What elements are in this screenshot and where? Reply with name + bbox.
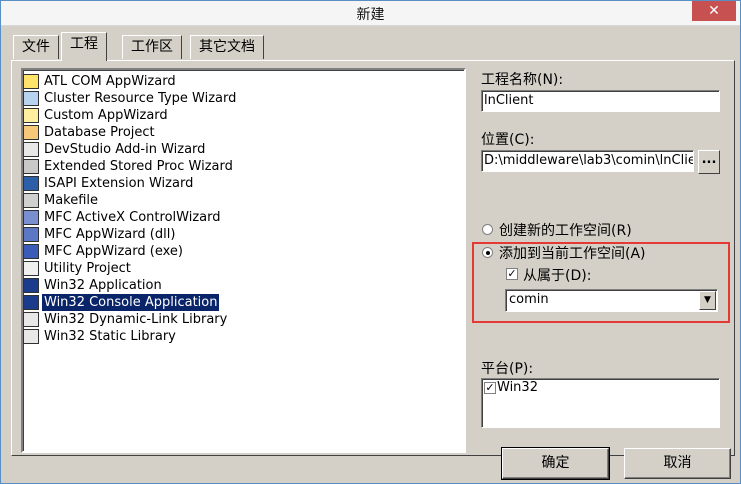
- tab-other-documents[interactable]: 其它文档: [190, 35, 264, 59]
- list-item[interactable]: Cluster Resource Type Wizard: [23, 90, 323, 107]
- activex-icon: [23, 210, 39, 225]
- dependency-label: 从属于(D):: [523, 268, 592, 284]
- create-workspace-label: 创建新的工作空间(R): [499, 223, 632, 239]
- custom-wizard-icon: [23, 108, 39, 123]
- title-bar: 新建 ✕: [1, 1, 740, 26]
- list-item[interactable]: Win32 Dynamic-Link Library: [23, 311, 323, 328]
- win32-app-icon: [23, 278, 39, 293]
- location-input[interactable]: D:\middleware\lab3\comin\lnClie: [481, 150, 694, 172]
- database-icon: [23, 125, 39, 140]
- cluster-icon: [23, 91, 39, 106]
- list-item[interactable]: Utility Project: [23, 260, 323, 277]
- tab-projects[interactable]: 工程: [61, 32, 107, 61]
- platform-list[interactable]: ✓ Win32: [481, 378, 720, 428]
- list-item[interactable]: Extended Stored Proc Wizard: [23, 158, 323, 175]
- list-item[interactable]: DevStudio Add-in Wizard: [23, 141, 323, 158]
- dialog-body: 文件 工程 工作区 其它文档 ATL COM AppWizard Cluster…: [1, 26, 740, 483]
- tab-workspaces[interactable]: 工作区: [122, 35, 182, 59]
- console-icon: [23, 295, 39, 310]
- platform-item[interactable]: Win32: [497, 380, 538, 395]
- new-project-dialog: 新建 ✕ 文件 工程 工作区 其它文档 ATL COM AppWizard Cl…: [0, 0, 741, 484]
- mfc-exe-icon: [23, 244, 39, 259]
- platform-checkbox[interactable]: ✓: [484, 382, 496, 394]
- ok-button[interactable]: 确定: [501, 447, 610, 480]
- addin-icon: [23, 142, 39, 157]
- isapi-icon: [23, 176, 39, 191]
- utility-icon: [23, 261, 39, 276]
- project-name-input[interactable]: lnClient: [481, 90, 720, 112]
- add-to-workspace-radio[interactable]: [482, 247, 493, 258]
- list-item[interactable]: Win32 Application: [23, 277, 323, 294]
- list-item[interactable]: ISAPI Extension Wizard: [23, 175, 323, 192]
- list-item[interactable]: MFC AppWizard (exe): [23, 243, 323, 260]
- list-item[interactable]: Custom AppWizard: [23, 107, 323, 124]
- dependency-dropdown[interactable]: comin ▼: [505, 289, 718, 312]
- dependency-value: comin: [509, 292, 549, 307]
- lib-icon: [23, 329, 39, 344]
- add-to-workspace-label: 添加到当前工作空间(A): [499, 246, 646, 262]
- list-item[interactable]: MFC AppWizard (dll): [23, 226, 323, 243]
- browse-button[interactable]: ...: [698, 150, 720, 174]
- dependency-checkbox[interactable]: ✓: [506, 268, 518, 280]
- cancel-button[interactable]: 取消: [624, 448, 731, 479]
- project-name-label: 工程名称(N):: [481, 72, 564, 88]
- list-item[interactable]: Database Project: [23, 124, 323, 141]
- tab-files[interactable]: 文件: [13, 35, 59, 59]
- create-workspace-radio[interactable]: [482, 224, 493, 235]
- chevron-down-icon[interactable]: ▼: [699, 291, 716, 310]
- atl-com-icon: [23, 74, 39, 89]
- list-item[interactable]: ATL COM AppWizard: [23, 73, 323, 90]
- dialog-title: 新建: [356, 7, 385, 23]
- location-label: 位置(C):: [481, 132, 535, 148]
- dll-icon: [23, 312, 39, 327]
- list-item-selected[interactable]: Win32 Console Application: [23, 294, 323, 311]
- mfc-dll-icon: [23, 227, 39, 242]
- list-item[interactable]: Win32 Static Library: [23, 328, 323, 345]
- close-button[interactable]: ✕: [692, 1, 736, 21]
- list-item[interactable]: MFC ActiveX ControlWizard: [23, 209, 323, 226]
- stored-proc-icon: [23, 159, 39, 174]
- project-type-list[interactable]: ATL COM AppWizard Cluster Resource Type …: [21, 68, 466, 453]
- list-item[interactable]: Makefile: [23, 192, 323, 209]
- platform-label: 平台(P):: [481, 361, 534, 377]
- makefile-icon: [23, 193, 39, 208]
